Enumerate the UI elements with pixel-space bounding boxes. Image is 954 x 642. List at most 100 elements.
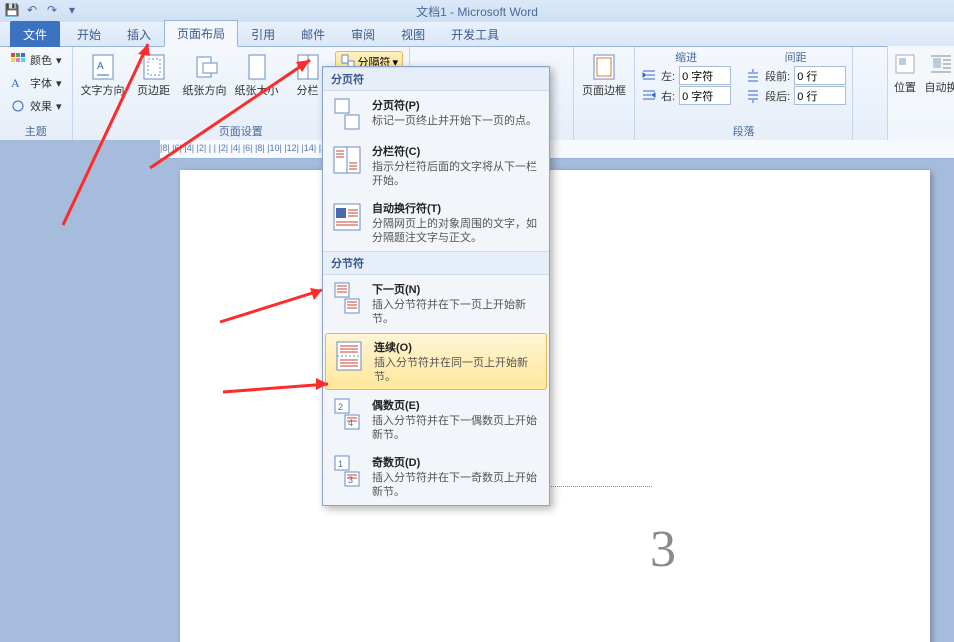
theme-fonts-button[interactable]: A字体▾ xyxy=(6,72,66,94)
theme-colors-button[interactable]: 颜色▾ xyxy=(6,49,66,71)
menu-item-text-wrapping-break[interactable]: 自动换行符(T)分隔网页上的对象周围的文字，如分隔题注文字与正文。 xyxy=(323,194,549,251)
menu-desc: 插入分节符并在下一偶数页上开始新节。 xyxy=(372,414,540,442)
menu-title: 分栏符(C) xyxy=(372,143,540,159)
size-label: 纸张大小 xyxy=(235,85,279,98)
effects-icon xyxy=(10,98,26,114)
space-after-label: 段后: xyxy=(765,88,790,104)
menu-title: 连续(O) xyxy=(374,339,538,355)
menu-title: 奇数页(D) xyxy=(372,454,540,470)
menu-title: 偶数页(E) xyxy=(372,397,540,413)
group-page-bg: 页面边框 xyxy=(574,47,635,141)
theme-effects-button[interactable]: 效果▾ xyxy=(6,95,66,117)
svg-text:3: 3 xyxy=(348,475,353,485)
tab-mailings[interactable]: 邮件 xyxy=(288,21,338,47)
tab-view[interactable]: 视图 xyxy=(388,21,438,47)
menu-title: 分页符(P) xyxy=(372,97,540,113)
title-bar: 💾 ↶ ↷ ▾ 文档1 - Microsoft Word xyxy=(0,0,954,22)
tab-insert[interactable]: 插入 xyxy=(114,21,164,47)
margins-icon xyxy=(138,51,170,83)
menu-header-section-breaks: 分节符 xyxy=(323,251,549,275)
tab-review[interactable]: 审阅 xyxy=(338,21,388,47)
ribbon-tabs: 文件 开始 插入 页面布局 引用 邮件 审阅 视图 开发工具 xyxy=(0,22,954,47)
indent-right-input[interactable] xyxy=(679,86,731,105)
position-icon xyxy=(889,48,921,80)
undo-icon[interactable]: ↶ xyxy=(24,2,40,18)
tab-page-layout[interactable]: 页面布局 xyxy=(164,20,238,47)
menu-item-odd-page[interactable]: 13 奇数页(D)插入分节符并在下一奇数页上开始新节。 xyxy=(323,448,549,505)
wrap-icon xyxy=(925,48,954,80)
menu-desc: 插入分节符并在下一页上开始新节。 xyxy=(372,298,540,326)
tab-home[interactable]: 开始 xyxy=(64,21,114,47)
space-after-icon xyxy=(745,88,761,104)
menu-desc: 插入分节符并在下一奇数页上开始新节。 xyxy=(372,471,540,499)
indent-right-icon xyxy=(641,88,657,104)
text-direction-button[interactable]: A 文字方向 xyxy=(79,49,127,100)
indent-title: 缩进 xyxy=(641,49,731,65)
qat-dropdown-icon[interactable]: ▾ xyxy=(64,2,80,18)
document-page[interactable] xyxy=(180,170,930,642)
group-paragraph: 缩进 左: 右: 间距 段前: 段后: 段落 xyxy=(635,47,853,141)
menu-desc: 插入分节符并在同一页上开始新节。 xyxy=(374,356,538,384)
orientation-button[interactable]: 纸张方向 xyxy=(181,49,229,100)
columns-label: 分栏 xyxy=(297,85,319,98)
menu-item-page-break[interactable]: 分页符(P)标记一页终止并开始下一页的点。 xyxy=(323,91,549,137)
breaks-dropdown-menu: 分页符 分页符(P)标记一页终止并开始下一页的点。 分栏符(C)指示分栏符后面的… xyxy=(322,66,550,506)
colors-icon xyxy=(10,52,26,68)
tab-file[interactable]: 文件 xyxy=(10,21,60,47)
odd-page-icon: 13 xyxy=(330,454,364,488)
tab-references[interactable]: 引用 xyxy=(238,21,288,47)
page-border-label: 页面边框 xyxy=(582,85,626,98)
svg-text:A: A xyxy=(97,61,104,72)
indent-left-label: 左: xyxy=(661,68,675,84)
orientation-label: 纸张方向 xyxy=(183,85,227,98)
svg-text:1: 1 xyxy=(338,459,343,469)
page-border-button[interactable]: 页面边框 xyxy=(580,49,628,100)
menu-title: 自动换行符(T) xyxy=(372,200,540,216)
margins-label: 页边距 xyxy=(137,85,170,98)
position-label: 位置 xyxy=(894,82,916,95)
window-title: 文档1 - Microsoft Word xyxy=(416,3,538,20)
next-page-icon xyxy=(330,281,364,315)
space-before-icon xyxy=(745,68,761,84)
orientation-icon xyxy=(189,51,221,83)
menu-title: 下一页(N) xyxy=(372,281,540,297)
redo-icon[interactable]: ↷ xyxy=(44,2,60,18)
save-icon[interactable]: 💾 xyxy=(4,2,20,18)
size-button[interactable]: 纸张大小 xyxy=(233,49,281,100)
space-after-input[interactable] xyxy=(794,86,846,105)
indent-right-label: 右: xyxy=(661,88,675,104)
even-page-icon: 24 xyxy=(330,397,364,431)
menu-item-next-page[interactable]: 下一页(N)插入分节符并在下一页上开始新节。 xyxy=(323,275,549,332)
margins-button[interactable]: 页边距 xyxy=(131,49,177,100)
menu-item-column-break[interactable]: 分栏符(C)指示分栏符后面的文字将从下一栏开始。 xyxy=(323,137,549,194)
menu-item-continuous[interactable]: 连续(O)插入分节符并在同一页上开始新节。 xyxy=(325,333,547,390)
space-before-input[interactable] xyxy=(794,66,846,85)
text-direction-icon: A xyxy=(87,51,119,83)
menu-desc: 分隔网页上的对象周围的文字，如分隔题注文字与正文。 xyxy=(372,217,540,245)
menu-item-even-page[interactable]: 24 偶数页(E)插入分节符并在下一偶数页上开始新节。 xyxy=(323,391,549,448)
tab-developer[interactable]: 开发工具 xyxy=(438,21,512,47)
svg-text:A: A xyxy=(11,76,20,90)
group-paragraph-label: 段落 xyxy=(733,121,755,141)
theme-colors-label: 颜色 xyxy=(30,52,52,68)
indent-left-input[interactable] xyxy=(679,66,731,85)
horizontal-ruler[interactable]: |8| |6| |4| |2| | | |2| |4| |6| |8| |10|… xyxy=(160,140,954,159)
menu-header-page-breaks: 分页符 xyxy=(323,67,549,91)
menu-desc: 指示分栏符后面的文字将从下一栏开始。 xyxy=(372,160,540,188)
column-break-icon xyxy=(330,143,364,177)
theme-effects-label: 效果 xyxy=(30,98,52,114)
wrap-label: 自动换 xyxy=(925,82,954,95)
group-themes-label: 主题 xyxy=(25,121,47,141)
text-direction-label: 文字方向 xyxy=(81,85,125,98)
indent-left-icon xyxy=(641,68,657,84)
page-break-icon xyxy=(330,97,364,131)
page-border-icon xyxy=(588,51,620,83)
size-icon xyxy=(241,51,273,83)
fonts-icon: A xyxy=(10,75,26,91)
group-themes: 颜色▾ A字体▾ 效果▾ 主题 xyxy=(0,47,73,141)
columns-icon xyxy=(292,51,324,83)
quick-access-toolbar: 💾 ↶ ↷ ▾ xyxy=(4,2,80,18)
theme-fonts-label: 字体 xyxy=(30,75,52,91)
menu-desc: 标记一页终止并开始下一页的点。 xyxy=(372,114,540,128)
continuous-icon xyxy=(332,339,366,373)
